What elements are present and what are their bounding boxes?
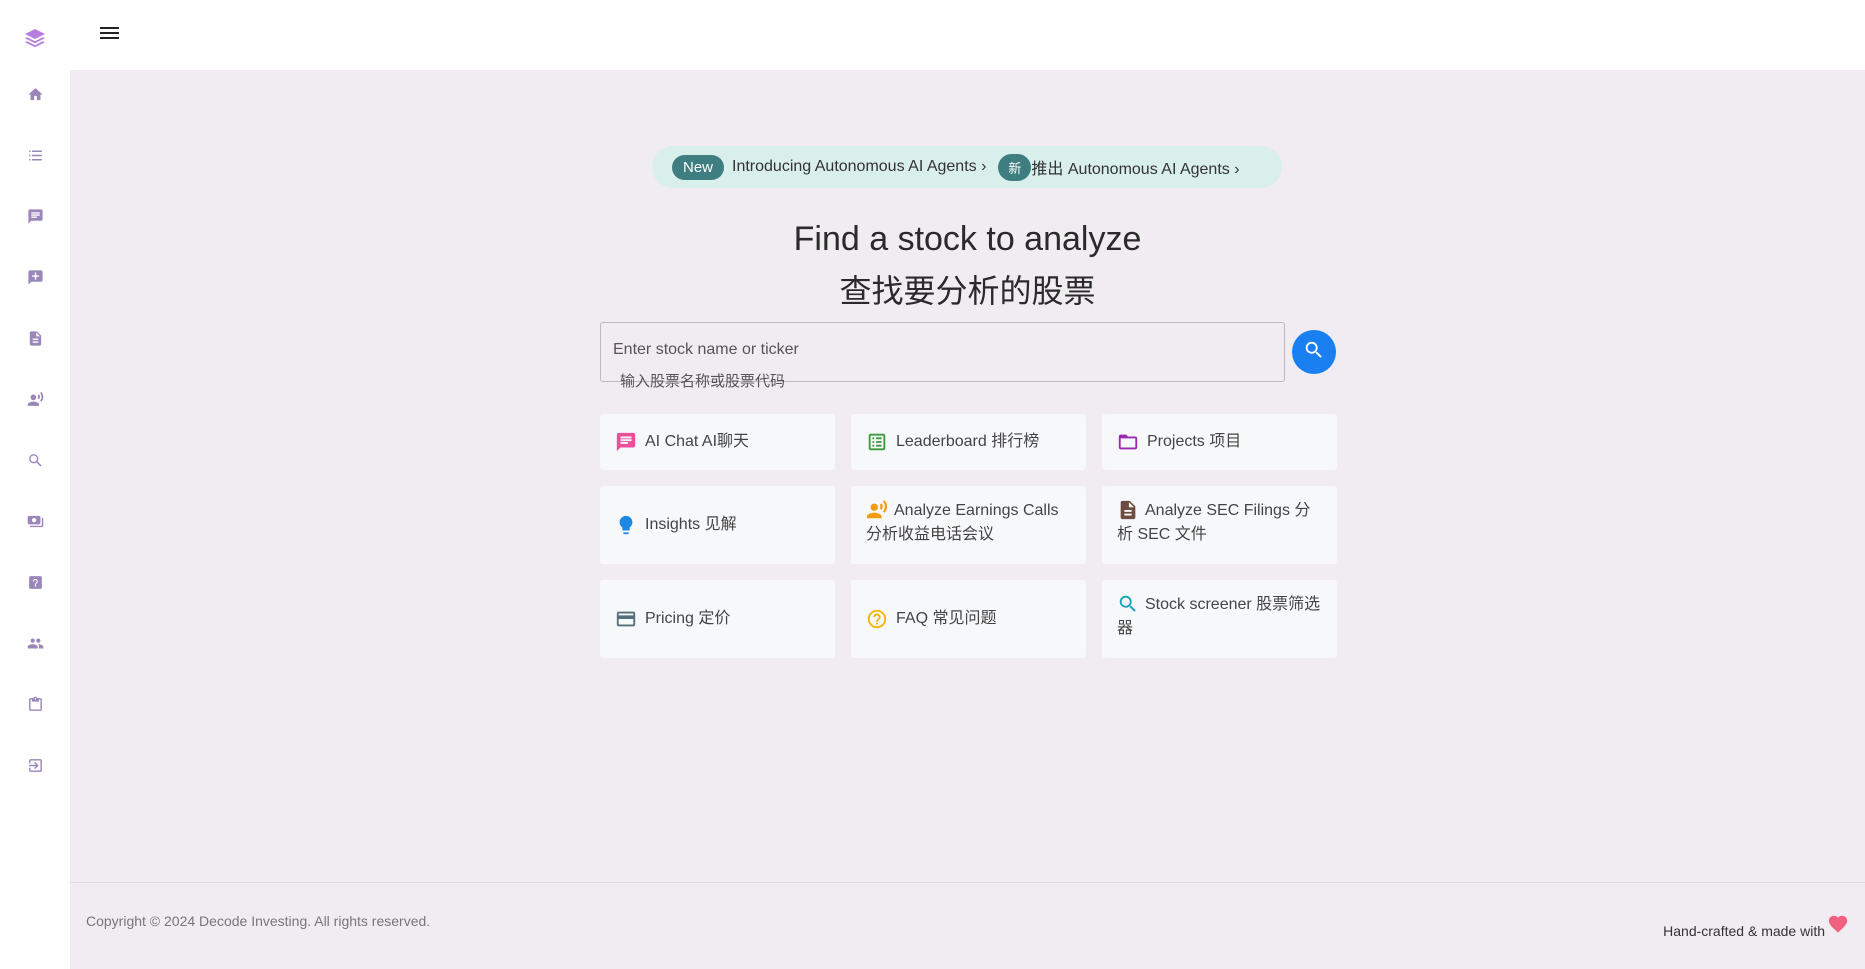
credit-card-icon [615,608,637,630]
folder-icon [1117,431,1139,453]
sidebar-item-add-comment[interactable] [25,270,45,290]
sidebar-item-document[interactable] [25,331,45,351]
search-icon [27,452,44,474]
card-analyze-earnings[interactable]: Analyze Earnings Calls 分析收益电话会议 [851,486,1086,564]
card-label: Leaderboard 排行榜 [896,433,1040,450]
search-icon [1117,593,1139,615]
card-label: Projects 项目 [1147,433,1242,450]
card-faq[interactable]: FAQ 常见问题 [851,580,1086,658]
heart-icon [1827,913,1849,935]
announcement-link-en[interactable]: Introducing Autonomous AI Agents › [732,158,986,176]
clipboard-icon [27,696,44,718]
layers-icon[interactable] [23,26,47,50]
announcement-banner: New Introducing Autonomous AI Agents › 新… [652,146,1282,188]
card-ai-chat[interactable]: AI Chat AI聊天 [600,414,835,470]
card-label: Stock screener 股票筛选器 [1117,596,1321,637]
search-button[interactable] [1292,330,1336,374]
made-with-text: Hand-crafted & made with [1663,923,1825,939]
card-insights[interactable]: Insights 见解 [600,486,835,564]
help-icon [27,574,44,596]
search-hint: 输入股票名称或股票代码 [620,372,786,390]
sidebar-item-search[interactable] [25,453,45,473]
card-pricing[interactable]: Pricing 定价 [600,580,835,658]
leaderboard-icon [866,431,888,453]
sidebar [0,0,70,969]
card-projects[interactable]: Projects 项目 [1102,414,1337,470]
sidebar-item-logout[interactable] [25,758,45,778]
card-analyze-sec[interactable]: Analyze SEC Filings 分析 SEC 文件 [1102,486,1337,564]
sidebar-item-clipboard[interactable] [25,696,45,718]
card-label: Insights 见解 [645,516,737,533]
money-icon [27,513,44,535]
chat-icon [27,208,44,230]
page-title-zh: 查找要分析的股票 [839,272,1096,310]
sidebar-item-home[interactable] [25,87,45,107]
sidebar-item-help[interactable] [25,575,45,595]
sidebar-item-people[interactable] [25,636,45,656]
card-label: Analyze SEC Filings 分析 SEC 文件 [1117,502,1311,543]
sidebar-item-chat[interactable] [25,209,45,229]
help-circle-icon [866,608,888,630]
logout-icon [27,757,44,779]
new-badge: New [672,154,725,180]
page-title: Find a stock to analyze [793,220,1142,258]
main-content: New Introducing Autonomous AI Agents › 新… [70,70,1865,882]
card-label: Analyze Earnings Calls 分析收益电话会议 [866,502,1059,543]
new-badge-zh: 新 [998,153,1032,181]
document-icon [27,330,44,352]
announcement-link-zh[interactable]: 推出 Autonomous AI Agents › [1031,155,1239,179]
document-icon [1117,499,1139,521]
chat-icon [615,431,637,453]
lightbulb-icon [615,514,637,536]
list-icon [27,147,44,169]
people-icon [27,635,44,657]
card-stock-screener[interactable]: Stock screener 股票筛选器 [1102,580,1337,658]
sidebar-item-voice[interactable] [25,391,45,413]
card-leaderboard[interactable]: Leaderboard 排行榜 [851,414,1086,470]
card-label: AI Chat AI聊天 [645,433,750,450]
card-label: FAQ 常见问题 [896,610,997,627]
top-bar [70,0,1865,70]
copyright-text: Copyright © 2024 Decode Investing. All r… [86,913,431,929]
footer: Copyright © 2024 Decode Investing. All r… [70,883,1865,969]
home-icon [27,86,44,108]
sidebar-item-list[interactable] [25,148,45,168]
earnings-call-icon [866,499,888,521]
voice-icon [27,391,44,413]
sidebar-item-money[interactable] [25,514,45,534]
add-comment-icon [27,269,44,291]
menu-icon[interactable] [100,24,122,44]
search-icon [1303,339,1325,366]
search-input[interactable] [613,341,1253,359]
card-label: Pricing 定价 [645,610,731,627]
